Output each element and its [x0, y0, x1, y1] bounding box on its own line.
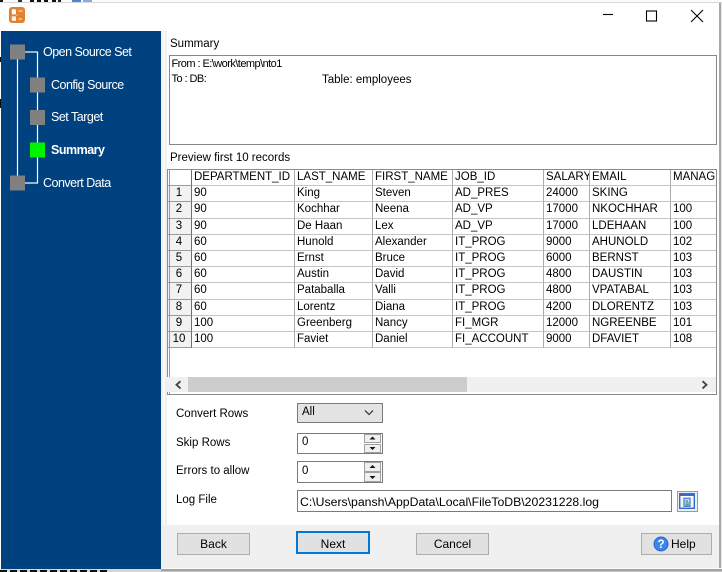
svg-text:?: ?: [657, 539, 664, 551]
